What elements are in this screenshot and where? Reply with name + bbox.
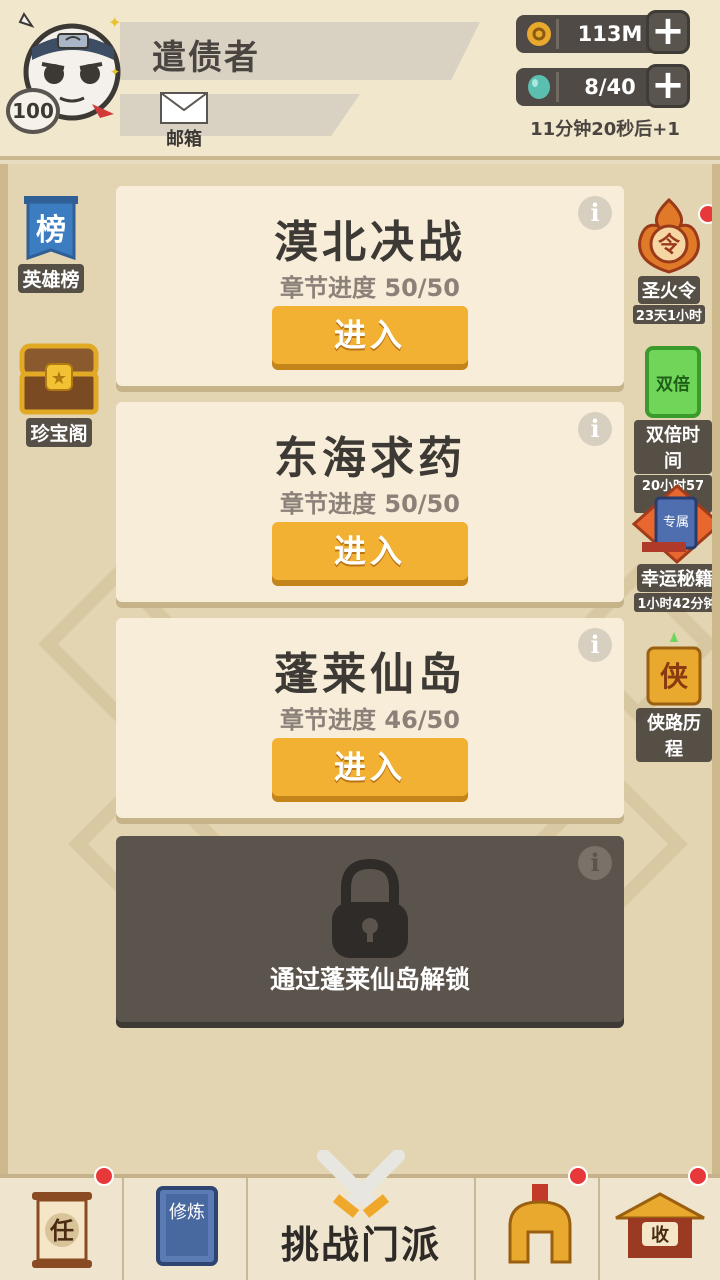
unlock-requirement-text: 通过蓬莱仙岛解锁	[269, 965, 470, 994]
crossed-swords-icon	[317, 1150, 405, 1218]
hero-ranking-label: 英雄榜	[18, 264, 84, 293]
coin-icon	[527, 22, 551, 46]
nav-helmet-button[interactable]	[476, 1166, 600, 1280]
chapter-card: i 蓬莱仙岛 章节进度 46/50 进入	[116, 618, 624, 818]
task-scroll-icon: 任	[32, 1192, 92, 1268]
svg-text:✦: ✦	[108, 13, 121, 32]
stamina-value: 8/40	[584, 75, 636, 99]
nav-cultivate-button[interactable]: 修炼	[124, 1178, 248, 1280]
chapter-list-area[interactable]: 榜 英雄榜 ★ 珍宝阁 令 圣火令 23天1小时 双倍 双倍时间 20小时57分…	[0, 164, 720, 1174]
svg-text:修炼: 修炼	[169, 1202, 205, 1223]
notification-dot	[568, 1166, 588, 1186]
enter-button[interactable]: 进入	[272, 306, 468, 364]
flame-token-icon: 令	[638, 197, 700, 274]
chapter-progress: 章节进度 46/50	[280, 706, 460, 734]
nav-challenge-sect-label: 挑战门派	[280, 1223, 441, 1267]
lucky-manual-timer: 1小时42分钟	[634, 593, 712, 612]
level-badge: 100	[6, 88, 60, 134]
chapter-title: 蓬莱仙岛	[274, 649, 466, 700]
double-card-icon: 双倍	[645, 346, 701, 418]
svg-text:任: 任	[49, 1217, 74, 1245]
chapter-progress: 章节进度 50/50	[280, 490, 460, 518]
svg-text:双倍: 双倍	[656, 374, 690, 395]
lucky-manual-button[interactable]: 专属 幸运秘籍 1小时42分钟	[632, 484, 712, 612]
nav-task-button[interactable]: 任	[0, 1166, 124, 1280]
player-name: 遣债者	[152, 38, 260, 78]
add-stamina-button[interactable]: +	[646, 64, 690, 108]
envelope-icon	[160, 92, 208, 124]
add-coins-button[interactable]: +	[646, 10, 690, 54]
svg-text:专属: 专属	[663, 515, 689, 530]
holy-fire-label: 圣火令	[638, 276, 700, 304]
chapter-progress: 章节进度 50/50	[280, 274, 460, 302]
treasure-chest-icon: ★	[19, 343, 99, 415]
holy-fire-timer: 23天1小时	[632, 305, 706, 324]
treasure-pavilion-label: 珍宝阁	[26, 418, 92, 447]
mail-button[interactable]: 邮箱	[156, 92, 212, 152]
bottom-navigation: 任 修炼 挑战门派 收	[0, 1150, 720, 1280]
svg-text:侠: 侠	[660, 660, 689, 693]
secret-book-icon: 专属	[632, 484, 712, 564]
svg-text:★: ★	[51, 368, 67, 389]
cultivation-book-icon: 修炼	[156, 1186, 218, 1266]
nav-collect-button[interactable]: 收	[600, 1166, 720, 1280]
holy-fire-token-button[interactable]: 令 圣火令 23天1小时	[628, 196, 712, 324]
chapter-card: i 漠北决战 章节进度 50/50 进入	[116, 186, 624, 386]
helmet-icon	[508, 1184, 572, 1264]
double-time-label: 双倍时间	[634, 420, 712, 474]
enter-button[interactable]: 进入	[272, 738, 468, 796]
info-icon[interactable]: i	[578, 846, 612, 880]
hero-journey-label: 侠路历程	[636, 708, 712, 762]
hero-journey-button[interactable]: 侠 侠路历程	[636, 630, 712, 762]
locked-chapter-card: i 通过蓬莱仙岛解锁	[116, 836, 624, 1022]
chapter-card: i 东海求药 章节进度 50/50 进入	[116, 402, 624, 602]
notification-dot	[94, 1166, 114, 1186]
stamina-drop-icon	[528, 75, 550, 99]
chapter-title: 漠北决战	[274, 217, 466, 268]
top-header: ✦ ✦ 100 遣债者 邮箱 113M + 8/40 + 11分钟20秒后+1	[0, 0, 720, 160]
svg-text:令: 令	[658, 232, 681, 258]
svg-text:✦: ✦	[110, 65, 120, 79]
lock-icon	[332, 858, 408, 958]
notification-dot	[688, 1166, 708, 1186]
treasure-pavilion-button[interactable]: ★ 珍宝阁	[16, 338, 102, 447]
coin-value: 113M	[577, 22, 643, 46]
stamina-regen-timer: 11分钟20秒后+1	[530, 119, 680, 140]
hero-ranking-button[interactable]: 榜 英雄榜	[16, 192, 86, 293]
chapter-title: 东海求药	[274, 433, 466, 484]
lucky-manual-label: 幸运秘籍	[637, 564, 712, 592]
collect-pavilion-icon: 收	[615, 1192, 705, 1258]
ranking-banner-icon: 榜	[24, 196, 78, 261]
enter-button[interactable]: 进入	[272, 522, 468, 580]
notification-dot	[698, 204, 712, 224]
svg-text:榜: 榜	[36, 213, 66, 248]
svg-text:收: 收	[651, 1224, 669, 1246]
mail-label: 邮箱	[166, 129, 202, 150]
hero-badge-icon: 侠	[646, 632, 702, 706]
